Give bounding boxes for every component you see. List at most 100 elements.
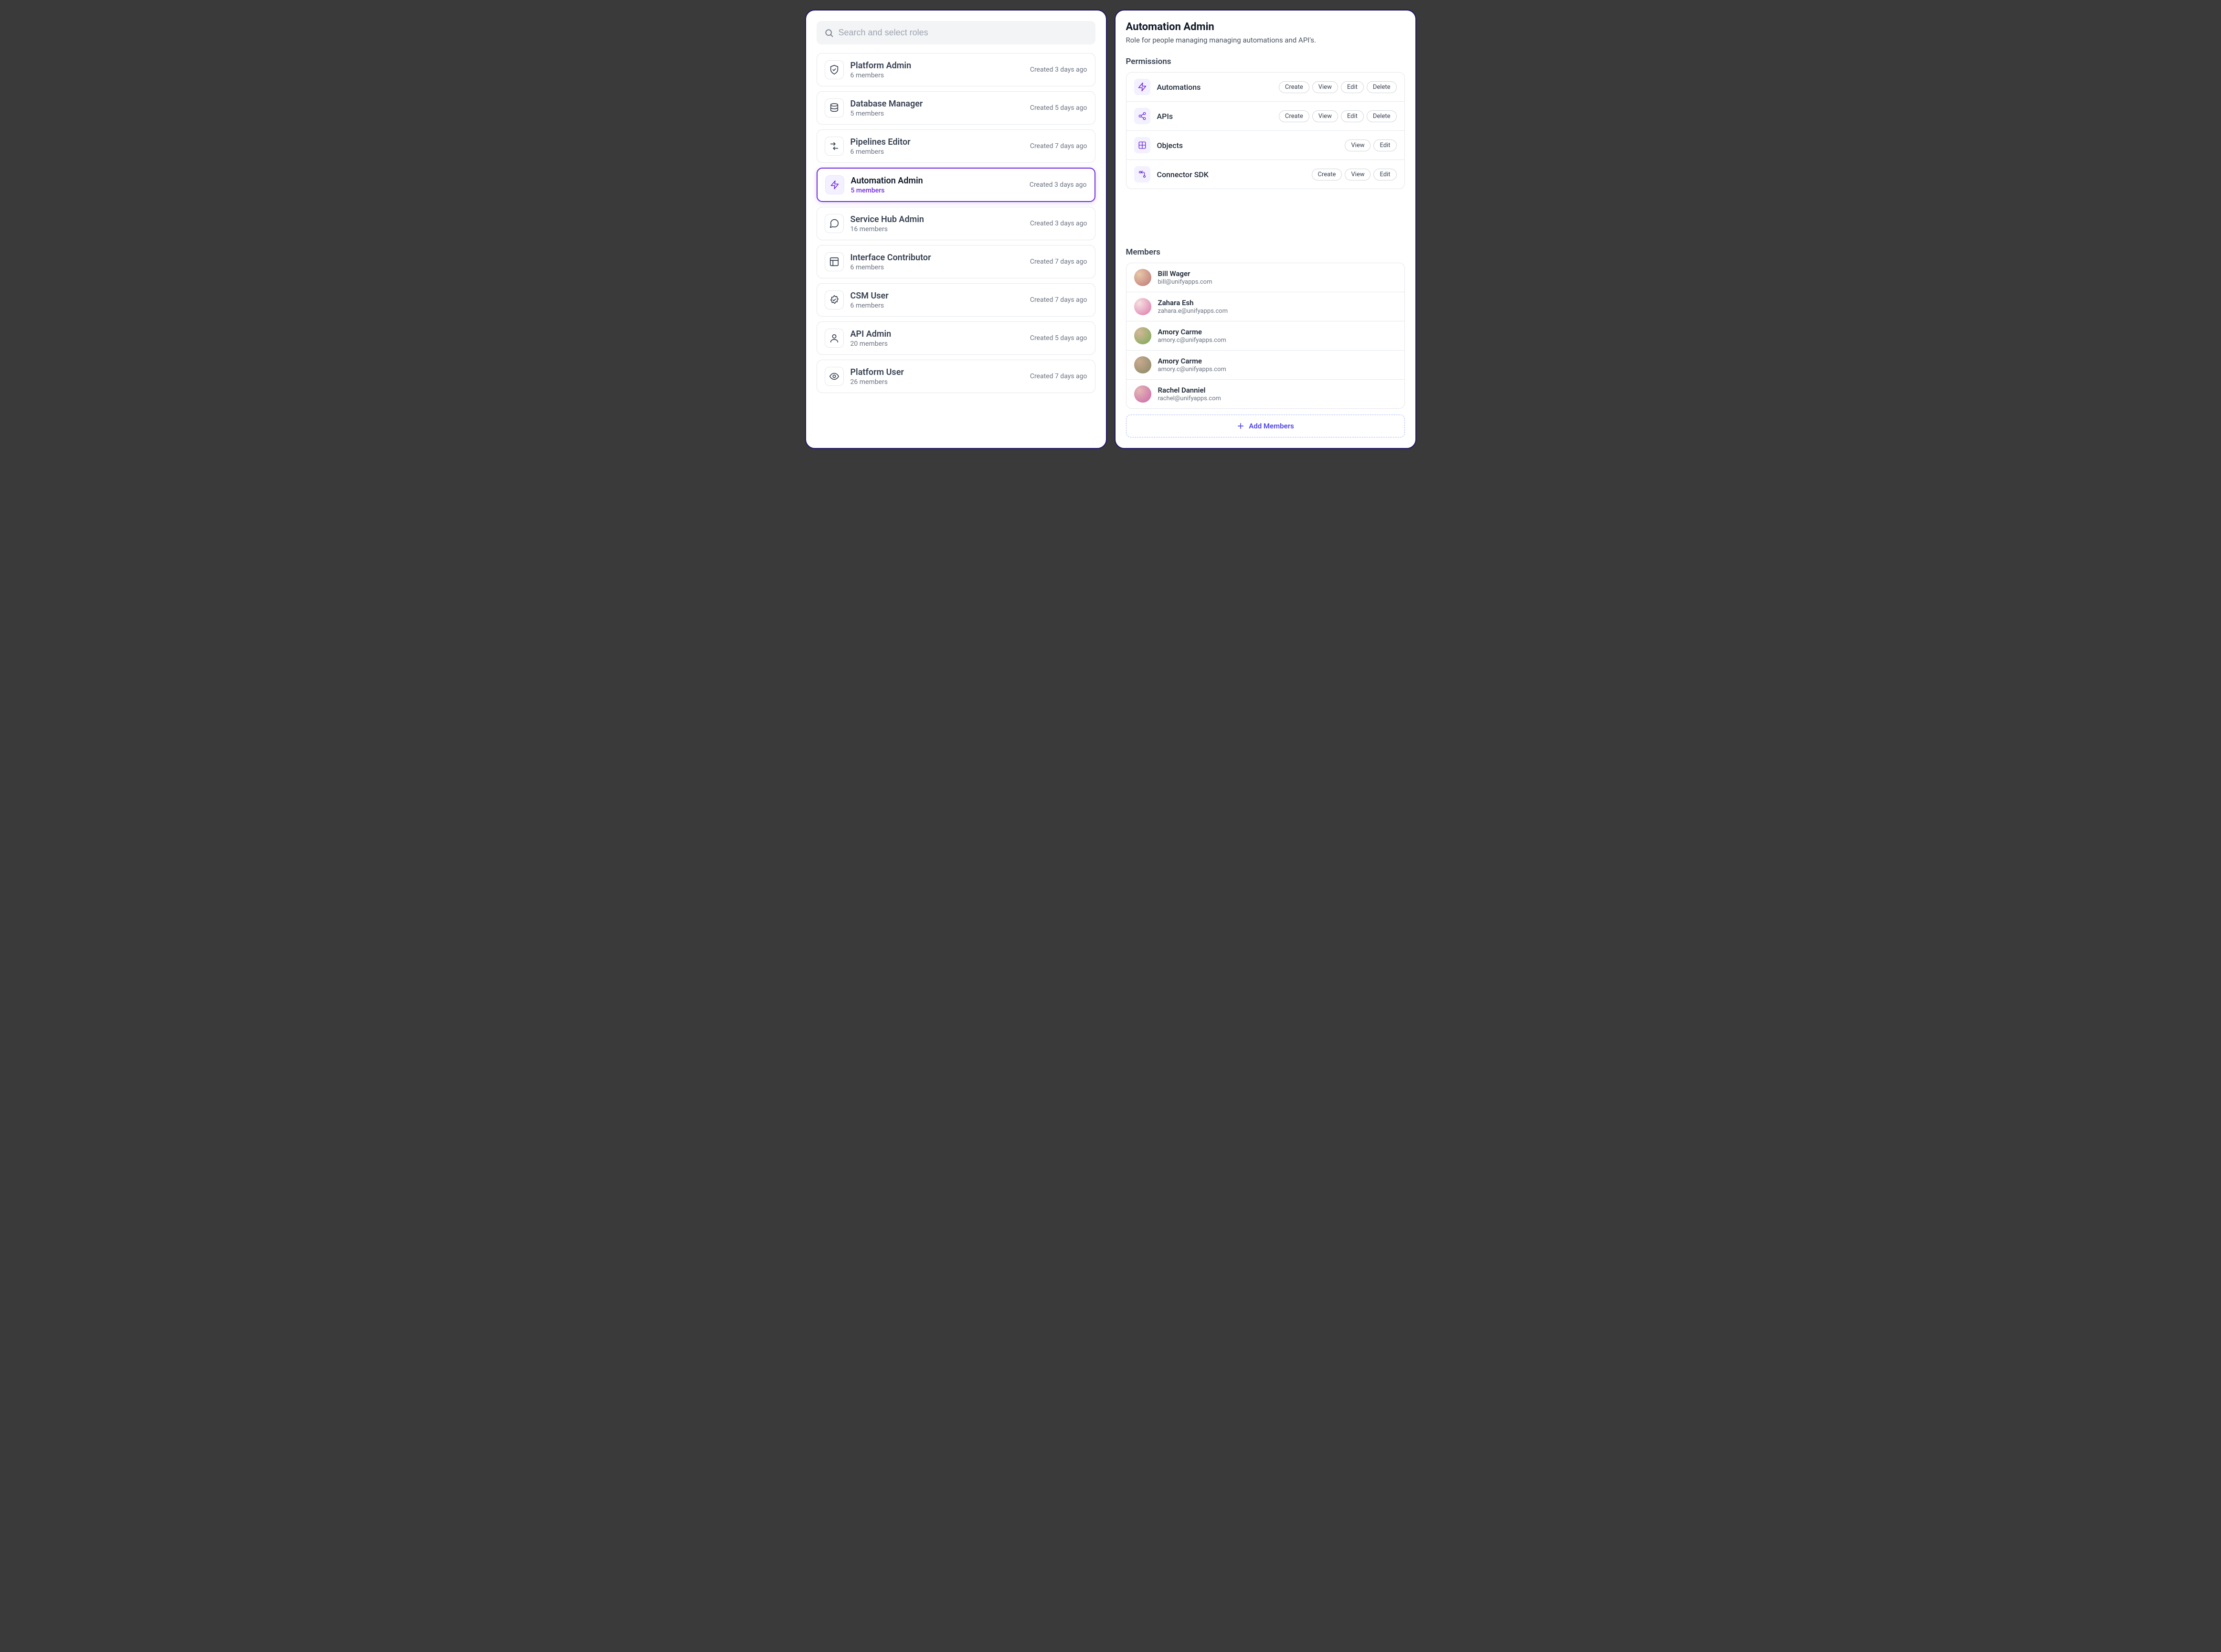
chat-icon bbox=[825, 214, 844, 233]
role-card[interactable]: CSM User 6 members Created 7 days ago bbox=[817, 283, 1095, 317]
permission-name: Connector SDK bbox=[1157, 170, 1305, 179]
permission-action-chip[interactable]: View bbox=[1312, 81, 1338, 93]
permission-action-chip[interactable]: Edit bbox=[1373, 139, 1396, 151]
role-created: Created 3 days ago bbox=[1030, 181, 1087, 189]
role-name: Pipelines Editor bbox=[850, 137, 1023, 147]
role-card[interactable]: Service Hub Admin 16 members Created 3 d… bbox=[817, 207, 1095, 240]
member-email: zahara.e@unifyapps.com bbox=[1158, 308, 1228, 315]
role-members: 6 members bbox=[850, 264, 1023, 271]
members-list: Bill Wager bill@unifyapps.com Zahara Esh… bbox=[1126, 263, 1405, 409]
role-created: Created 7 days ago bbox=[1030, 258, 1087, 266]
member-name: Bill Wager bbox=[1158, 269, 1212, 278]
role-members: 20 members bbox=[850, 340, 1023, 348]
role-card[interactable]: Platform User 26 members Created 7 days … bbox=[817, 360, 1095, 393]
permissions-list: Automations CreateViewEditDelete APIs Cr… bbox=[1126, 72, 1405, 189]
member-row[interactable]: Amory Carme amory.c@unifyapps.com bbox=[1126, 321, 1404, 351]
roles-panel: Platform Admin 6 members Created 3 days … bbox=[805, 10, 1107, 449]
member-name: Zahara Esh bbox=[1158, 298, 1228, 307]
avatar bbox=[1134, 269, 1151, 286]
layout-icon bbox=[825, 252, 844, 271]
permission-row: APIs CreateViewEditDelete bbox=[1126, 102, 1404, 131]
role-name: Platform User bbox=[850, 367, 1023, 377]
permission-action-chip[interactable]: Create bbox=[1279, 110, 1309, 122]
role-created: Created 7 days ago bbox=[1030, 142, 1087, 150]
role-card[interactable]: Interface Contributor 6 members Created … bbox=[817, 245, 1095, 278]
avatar bbox=[1134, 356, 1151, 373]
role-members: 6 members bbox=[850, 148, 1023, 156]
member-row[interactable]: Bill Wager bill@unifyapps.com bbox=[1126, 263, 1404, 292]
permission-action-chip[interactable]: View bbox=[1345, 169, 1371, 181]
search-bar[interactable] bbox=[817, 21, 1095, 44]
permission-name: Objects bbox=[1157, 141, 1339, 150]
role-name: Automation Admin bbox=[851, 176, 1023, 186]
bolt-icon bbox=[1134, 79, 1150, 95]
role-created: Created 7 days ago bbox=[1030, 296, 1087, 304]
member-name: Amory Carme bbox=[1158, 328, 1226, 336]
sdk-icon bbox=[1134, 166, 1150, 182]
role-created: Created 5 days ago bbox=[1030, 104, 1087, 112]
grid-icon bbox=[1134, 137, 1150, 153]
role-name: Database Manager bbox=[850, 99, 1023, 109]
role-card[interactable]: API Admin 20 members Created 5 days ago bbox=[817, 321, 1095, 355]
role-created: Created 5 days ago bbox=[1030, 334, 1087, 342]
permission-action-chip[interactable]: Delete bbox=[1367, 110, 1397, 122]
permission-action-chip[interactable]: Delete bbox=[1367, 81, 1397, 93]
avatar bbox=[1134, 298, 1151, 315]
role-name: Interface Contributor bbox=[850, 253, 1023, 263]
permission-action-chip[interactable]: Create bbox=[1279, 81, 1309, 93]
role-card[interactable]: Database Manager 5 members Created 5 day… bbox=[817, 91, 1095, 125]
role-members: 16 members bbox=[850, 225, 1023, 233]
eye-icon bbox=[825, 367, 844, 386]
member-row[interactable]: Zahara Esh zahara.e@unifyapps.com bbox=[1126, 292, 1404, 321]
role-members: 5 members bbox=[850, 110, 1023, 117]
role-members: 5 members bbox=[851, 187, 1023, 194]
add-members-button[interactable]: Add Members bbox=[1126, 415, 1405, 437]
members-label: Members bbox=[1126, 247, 1405, 257]
permission-actions: CreateViewEditDelete bbox=[1279, 81, 1397, 93]
user-icon bbox=[825, 329, 844, 348]
permission-action-chip[interactable]: Create bbox=[1312, 169, 1342, 181]
permission-row: Automations CreateViewEditDelete bbox=[1126, 73, 1404, 102]
database-icon bbox=[825, 98, 844, 117]
permission-name: Automations bbox=[1157, 83, 1272, 92]
permission-action-chip[interactable]: Edit bbox=[1373, 169, 1396, 181]
role-name: API Admin bbox=[850, 329, 1023, 339]
role-created: Created 3 days ago bbox=[1030, 220, 1087, 227]
member-email: amory.c@unifyapps.com bbox=[1158, 366, 1226, 373]
role-card[interactable]: Automation Admin 5 members Created 3 day… bbox=[817, 168, 1095, 202]
role-list: Platform Admin 6 members Created 3 days … bbox=[817, 53, 1095, 393]
plus-icon bbox=[1236, 422, 1245, 430]
bolt-icon bbox=[825, 175, 844, 194]
badge-icon bbox=[825, 290, 844, 309]
permission-name: APIs bbox=[1157, 112, 1272, 121]
role-name: Platform Admin bbox=[850, 61, 1023, 71]
member-row[interactable]: Rachel Danniel rachel@unifyapps.com bbox=[1126, 380, 1404, 408]
member-name: Amory Carme bbox=[1158, 357, 1226, 365]
role-name: Service Hub Admin bbox=[850, 214, 1023, 224]
role-card[interactable]: Platform Admin 6 members Created 3 days … bbox=[817, 53, 1095, 86]
permissions-label: Permissions bbox=[1126, 57, 1405, 66]
role-created: Created 3 days ago bbox=[1030, 66, 1087, 74]
avatar bbox=[1134, 385, 1151, 403]
permission-action-chip[interactable]: Edit bbox=[1341, 81, 1364, 93]
role-card[interactable]: Pipelines Editor 6 members Created 7 day… bbox=[817, 129, 1095, 163]
role-members: 6 members bbox=[850, 302, 1023, 309]
add-members-label: Add Members bbox=[1249, 422, 1294, 430]
role-members: 6 members bbox=[850, 72, 1023, 79]
permission-action-chip[interactable]: View bbox=[1312, 110, 1338, 122]
member-name: Rachel Danniel bbox=[1158, 386, 1221, 394]
member-email: bill@unifyapps.com bbox=[1158, 278, 1212, 286]
member-row[interactable]: Amory Carme amory.c@unifyapps.com bbox=[1126, 351, 1404, 380]
avatar bbox=[1134, 327, 1151, 344]
permission-action-chip[interactable]: View bbox=[1345, 139, 1371, 151]
permission-actions: CreateViewEditDelete bbox=[1279, 110, 1397, 122]
permission-row: Objects ViewEdit bbox=[1126, 131, 1404, 160]
search-input[interactable] bbox=[839, 28, 1088, 38]
permission-action-chip[interactable]: Edit bbox=[1341, 110, 1364, 122]
search-icon bbox=[824, 28, 834, 38]
share-icon bbox=[1134, 108, 1150, 124]
shield-icon bbox=[825, 60, 844, 79]
member-email: amory.c@unifyapps.com bbox=[1158, 337, 1226, 344]
pipeline-icon bbox=[825, 137, 844, 156]
role-members: 26 members bbox=[850, 378, 1023, 386]
